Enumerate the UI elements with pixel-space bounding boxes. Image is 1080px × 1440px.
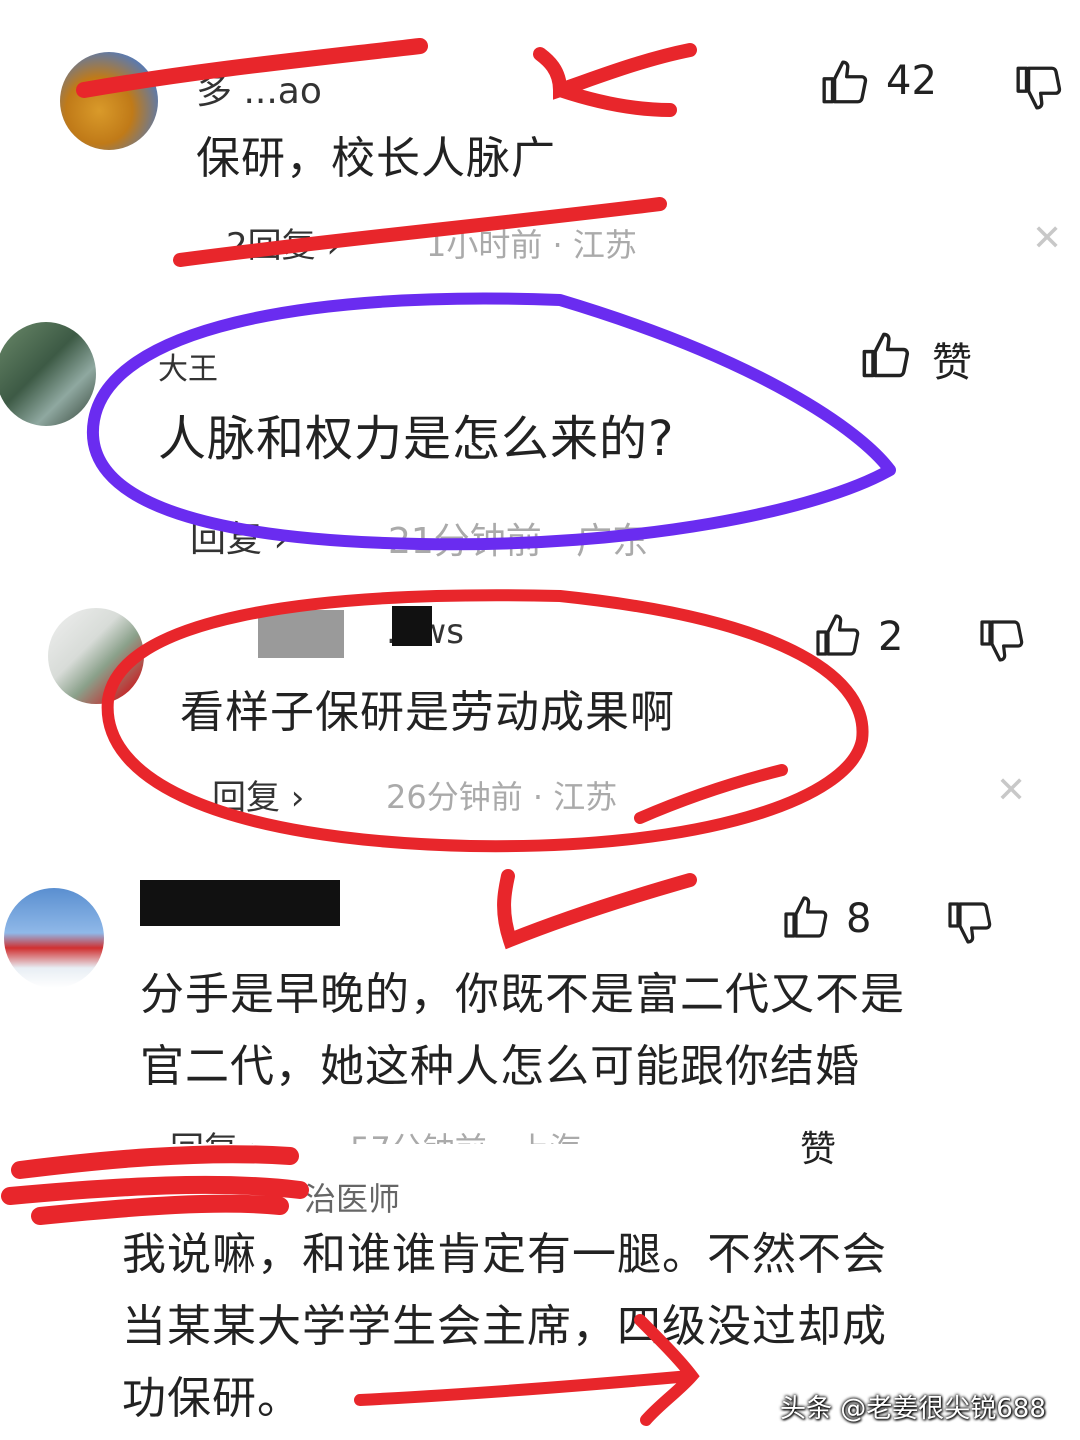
comment-time-location: 26分钟前 · 江苏 <box>386 778 618 816</box>
redaction-block <box>140 880 340 926</box>
comment-username[interactable]: 大王 <box>158 344 218 388</box>
like-count: 2 <box>878 614 904 660</box>
comment-time-location: 57分钟前 · 上海 <box>350 1124 581 1144</box>
comment-text: 人脉和权力是怎么来的? <box>158 411 675 467</box>
comment-text-line: 我说嘛，和谁谁肯定有一腿。不然不会 <box>122 1229 887 1280</box>
watermark: 头条 @老姜很尖锐688 <box>780 1394 1046 1424</box>
avatar[interactable] <box>60 52 158 150</box>
like-count: 赞 <box>932 340 972 386</box>
like-count: 42 <box>886 58 937 104</box>
comment-text-line: 功保研。 <box>122 1373 302 1424</box>
comment-time-location: 21分钟前 · 广东 <box>388 521 649 562</box>
reply-button[interactable]: 回复 › <box>212 770 304 819</box>
reply-button[interactable]: 2回复 › <box>226 218 340 267</box>
redaction-block <box>258 610 344 658</box>
thumbs-down-icon[interactable] <box>946 898 994 946</box>
comment-time-location: 1小时前 · 江苏 <box>426 226 637 264</box>
comment-text: 保研，校长人脉广 <box>196 133 556 184</box>
thumbs-up-icon[interactable] <box>860 330 912 382</box>
redaction-block <box>392 606 432 646</box>
red-circle-tail-stroke <box>634 764 788 824</box>
comment-username[interactable]: 治医师 <box>304 1174 400 1220</box>
comment-text: 看样子保研是劳动成果啊 <box>180 687 675 738</box>
comment-text-line: 官二代，她这种人怎么可能跟你结婚 <box>140 1041 860 1092</box>
red-arrow-stroke <box>497 869 697 950</box>
thumbs-up-icon[interactable] <box>814 612 862 660</box>
avatar[interactable] <box>0 322 96 426</box>
avatar[interactable] <box>4 888 104 988</box>
reply-button[interactable]: 回复 › <box>190 510 288 562</box>
thumbs-down-icon[interactable] <box>1014 62 1064 112</box>
cut-off-row: 回复 › 57分钟前 · 上海 <box>0 1120 1080 1144</box>
comment-username[interactable]: 多 ...ao <box>196 62 322 114</box>
like-count: 8 <box>846 896 872 942</box>
reply-button[interactable]: 回复 › <box>170 1122 262 1144</box>
red-arrow-stroke <box>533 43 697 117</box>
thumbs-up-icon[interactable] <box>782 894 830 942</box>
thumbs-up-icon[interactable] <box>820 58 870 108</box>
thumbs-down-icon[interactable] <box>978 616 1026 664</box>
close-icon[interactable]: ✕ <box>1032 218 1062 259</box>
close-icon[interactable]: ✕ <box>996 770 1026 811</box>
comment-text-line: 分手是早晚的，你既不是富二代又不是 <box>140 969 905 1020</box>
avatar[interactable] <box>48 608 144 704</box>
like-count: 赞 <box>800 1129 837 1170</box>
comment-text-line: 当某某大学学生会主席，四级没过却成 <box>122 1301 887 1352</box>
